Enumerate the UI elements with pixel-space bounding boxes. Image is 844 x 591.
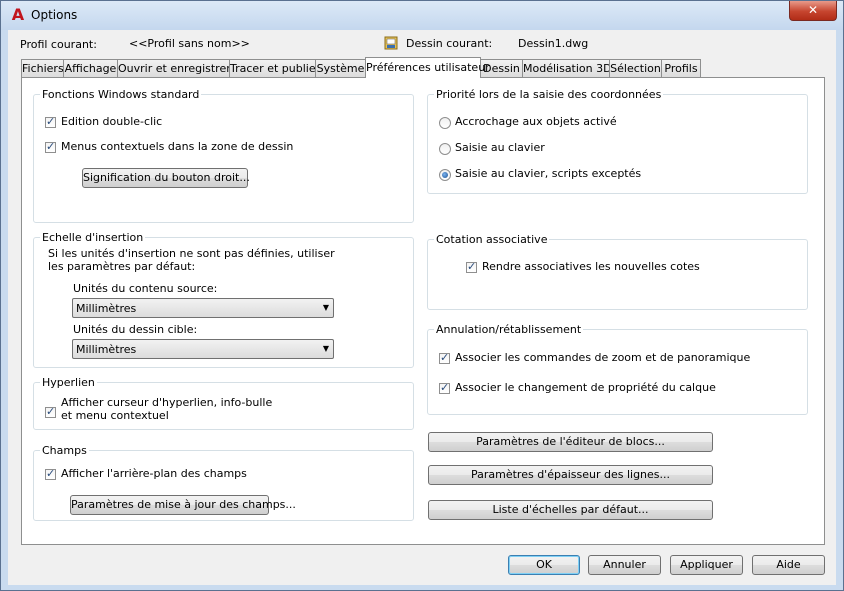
tab-profils[interactable]: Profils bbox=[661, 59, 701, 77]
window-title: Options bbox=[31, 8, 78, 22]
double-click-checkbox[interactable] bbox=[45, 115, 56, 128]
combine-zoom-pan-checkbox[interactable] bbox=[439, 351, 450, 364]
profile-value: <<Profil sans nom>> bbox=[129, 37, 250, 50]
tab-selection[interactable]: Sélection bbox=[609, 59, 662, 77]
chevron-down-icon: ▼ bbox=[322, 344, 329, 353]
tab-ouvrir-enregistrer[interactable]: Ouvrir et enregistrer bbox=[117, 59, 231, 77]
combine-layer-property-checkbox[interactable] bbox=[439, 381, 450, 394]
running-osnap-label: Accrochage aux objets activé bbox=[455, 115, 617, 128]
close-button[interactable]: ✕ bbox=[789, 1, 837, 21]
title-bar[interactable]: A Options ✕ bbox=[1, 1, 843, 30]
tab-panel: Fonctions Windows standard Edition doubl… bbox=[21, 77, 825, 545]
keyboard-except-scripts-label: Saisie au clavier, scripts exceptés bbox=[455, 167, 642, 180]
tab-modelisation-3d[interactable]: Modélisation 3D bbox=[522, 59, 612, 77]
insertion-description: Si les unités d'insertion ne sont pas dé… bbox=[48, 247, 335, 273]
hyperlink-group: Hyperlien Afficher curseur d'hyperlien, … bbox=[33, 376, 414, 430]
windows-standard-group: Fonctions Windows standard Edition doubl… bbox=[33, 88, 414, 223]
double-click-label: Edition double-clic bbox=[61, 115, 163, 128]
associative-dimension-group: Cotation associative Rendre associatives… bbox=[427, 233, 808, 310]
field-background-label: Afficher l'arrière-plan des champs bbox=[61, 467, 247, 480]
drawing-file-icon bbox=[384, 36, 398, 50]
shortcut-menus-checkbox[interactable] bbox=[45, 140, 56, 153]
drawing-label: Dessin courant: bbox=[406, 37, 493, 50]
insertion-scale-group: Echelle d'insertion Si les unités d'inse… bbox=[33, 231, 414, 368]
source-units-select[interactable]: Millimètres ▼ bbox=[72, 298, 334, 318]
tab-preferences-utilisateur[interactable]: Préférences utilisateur bbox=[365, 57, 490, 78]
target-units-label: Unités du dessin cible: bbox=[73, 323, 198, 336]
combine-zoom-pan-label: Associer les commandes de zoom et de pan… bbox=[455, 351, 751, 364]
block-editor-settings-button[interactable]: Paramètres de l'éditeur de blocs... bbox=[428, 432, 713, 452]
default-scale-list-button[interactable]: Liste d'échelles par défaut... bbox=[428, 500, 713, 520]
autocad-logo-icon: A bbox=[11, 5, 25, 24]
field-update-settings-button[interactable]: Paramètres de mise à jour des champs... bbox=[70, 495, 296, 515]
source-units-value: Millimètres bbox=[76, 302, 137, 315]
chevron-down-icon: ▼ bbox=[322, 303, 329, 312]
field-background-checkbox[interactable] bbox=[45, 467, 56, 480]
undo-redo-group: Annulation/rétablissement Associer les c… bbox=[427, 323, 808, 415]
hyperlink-legend: Hyperlien bbox=[42, 376, 95, 389]
combine-layer-property-label: Associer le changement de propriété du c… bbox=[455, 381, 716, 394]
undo-redo-legend: Annulation/rétablissement bbox=[436, 323, 582, 336]
shortcut-menus-label: Menus contextuels dans la zone de dessin bbox=[61, 140, 294, 153]
target-units-select[interactable]: Millimètres ▼ bbox=[72, 339, 334, 359]
hyperlink-cursor-checkbox[interactable] bbox=[45, 405, 56, 418]
hyperlink-cursor-label: Afficher curseur d'hyperlien, info-bulle… bbox=[61, 396, 273, 422]
fields-group: Champs Afficher l'arrière-plan des champ… bbox=[33, 444, 414, 521]
keyboard-entry-label: Saisie au clavier bbox=[455, 141, 545, 154]
right-click-customization-button[interactable]: Signification du bouton droit... bbox=[82, 168, 250, 188]
tab-tracer-publier[interactable]: Tracer et publier bbox=[229, 59, 320, 77]
dialog-client: Profil courant: <<Profil sans nom>> Dess… bbox=[8, 30, 836, 585]
insertion-scale-legend: Echelle d'insertion bbox=[42, 231, 144, 244]
windows-standard-legend: Fonctions Windows standard bbox=[42, 88, 200, 101]
source-units-label: Unités du contenu source: bbox=[73, 282, 218, 295]
associative-dimension-legend: Cotation associative bbox=[436, 233, 548, 246]
radio-running-osnap[interactable] bbox=[439, 117, 451, 129]
target-units-value: Millimètres bbox=[76, 343, 137, 356]
apply-button[interactable]: Appliquer bbox=[670, 555, 743, 575]
associative-dimension-label: Rendre associatives les nouvelles cotes bbox=[482, 260, 700, 273]
fields-legend: Champs bbox=[42, 444, 87, 457]
tab-affichage[interactable]: Affichage bbox=[63, 59, 118, 77]
lineweight-settings-button[interactable]: Paramètres d'épaisseur des lignes... bbox=[428, 465, 713, 485]
radio-keyboard-except-scripts[interactable] bbox=[439, 169, 451, 181]
ok-button[interactable]: OK bbox=[508, 555, 580, 575]
options-dialog: A Options ✕ Profil courant: <<Profil san… bbox=[0, 0, 844, 591]
cancel-button[interactable]: Annuler bbox=[588, 555, 661, 575]
profile-label: Profil courant: bbox=[20, 38, 97, 51]
drawing-value: Dessin1.dwg bbox=[518, 37, 589, 50]
tab-systeme[interactable]: Système bbox=[315, 59, 366, 77]
coordinate-priority-group: Priorité lors de la saisie des coordonné… bbox=[427, 88, 808, 194]
help-button[interactable]: Aide bbox=[752, 555, 825, 575]
tab-fichiers[interactable]: Fichiers bbox=[21, 59, 64, 77]
coordinate-priority-legend: Priorité lors de la saisie des coordonné… bbox=[436, 88, 662, 101]
radio-keyboard-entry[interactable] bbox=[439, 143, 451, 155]
associative-dimension-checkbox[interactable] bbox=[466, 260, 477, 273]
